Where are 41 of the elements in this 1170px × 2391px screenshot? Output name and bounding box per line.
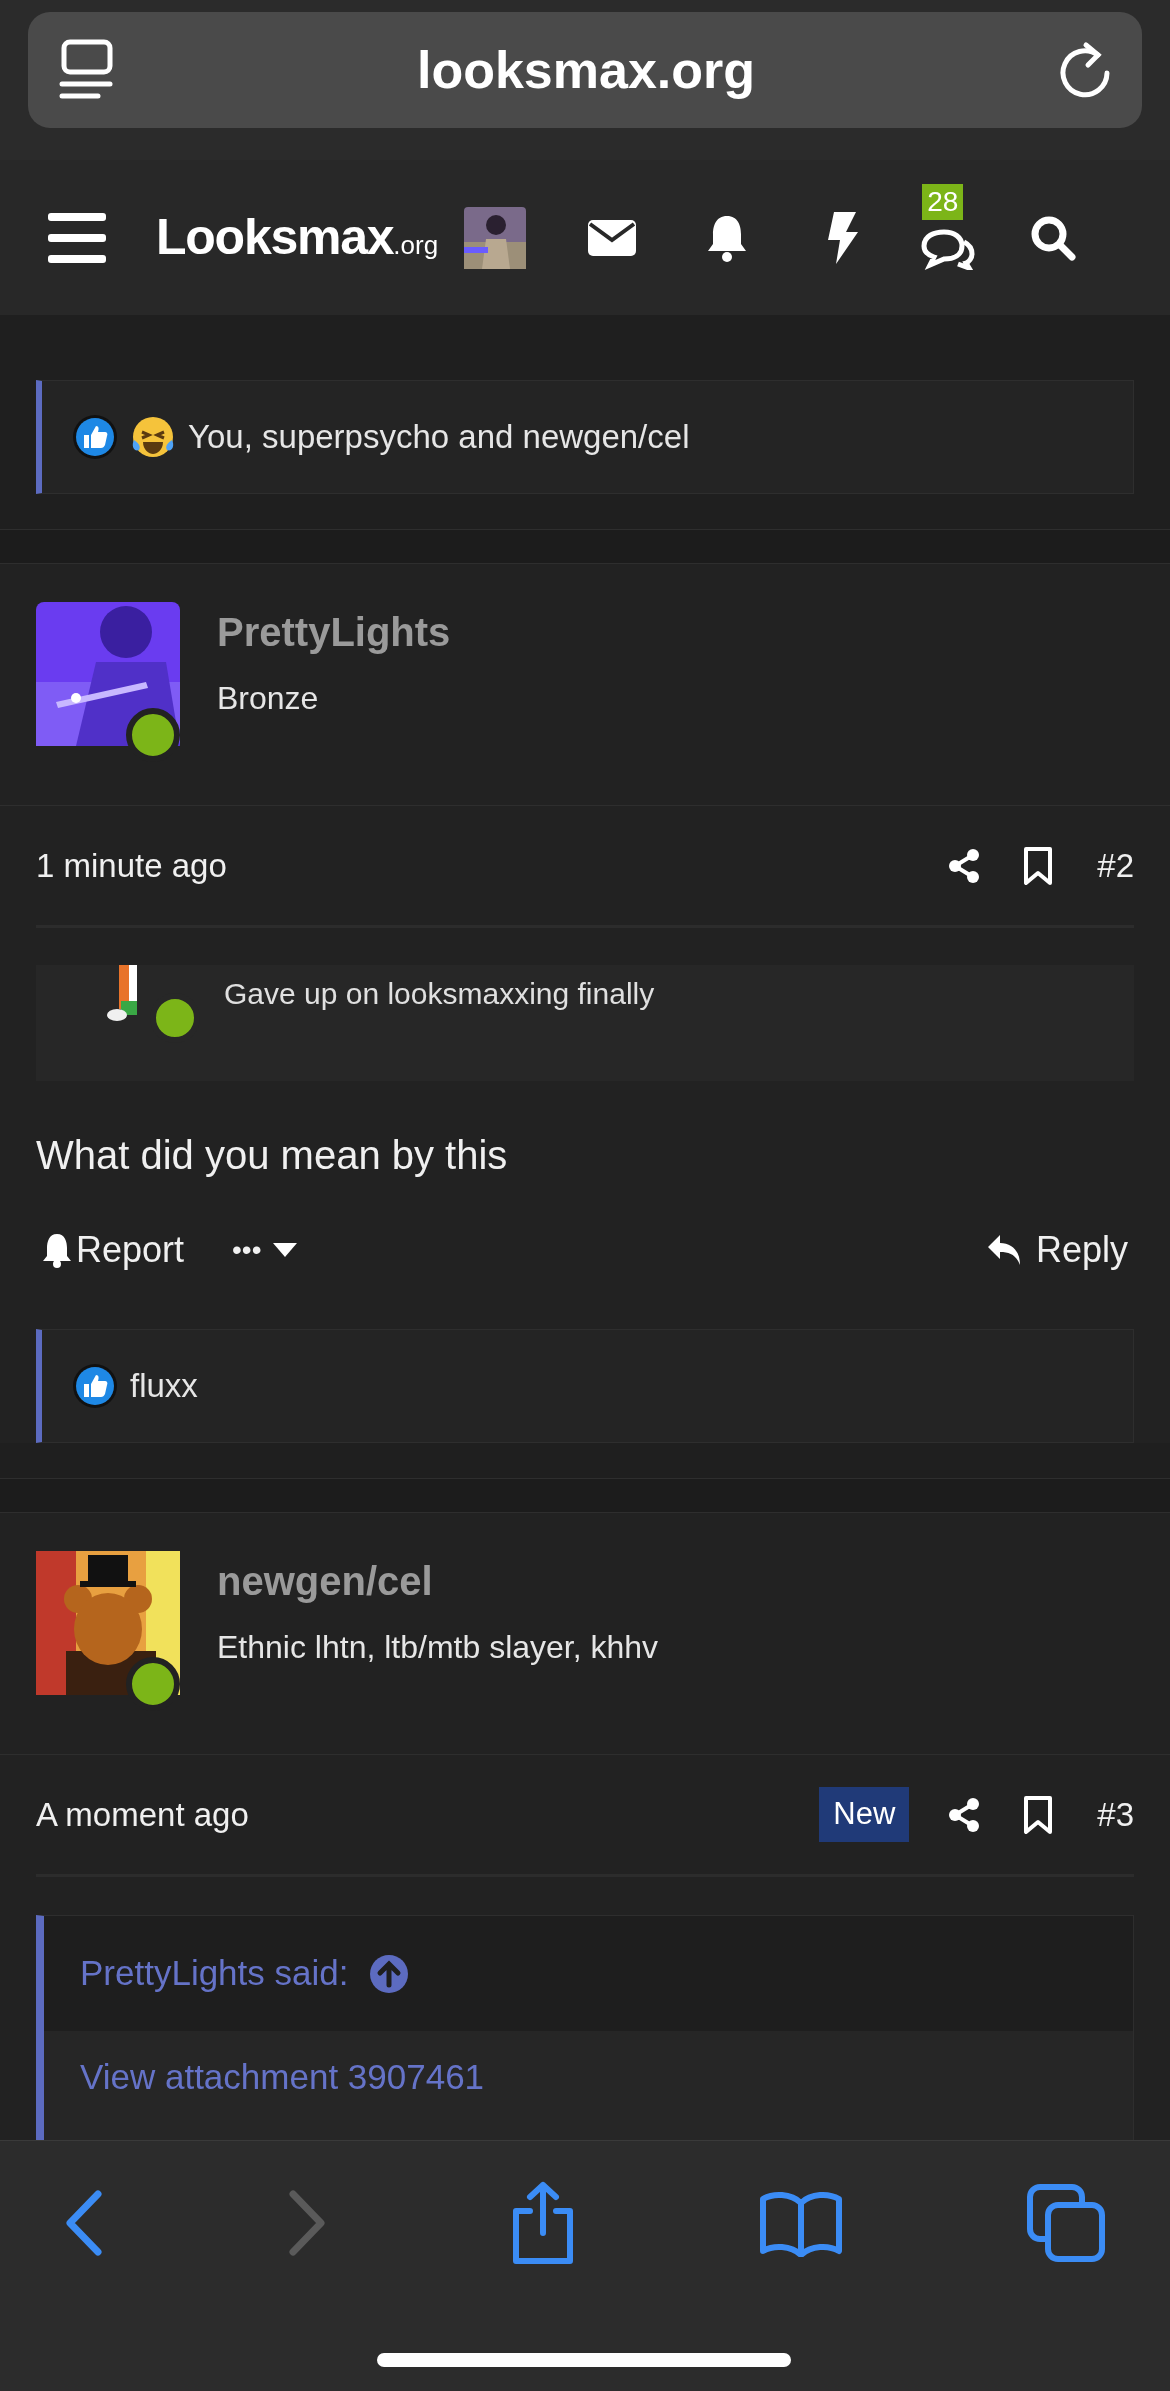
lightning-icon[interactable] (826, 211, 859, 264)
quote-author-link[interactable]: PrettyLights said: (80, 1947, 349, 2000)
bell-icon[interactable] (706, 213, 749, 262)
new-badge: New (819, 1787, 910, 1842)
laughing-crying-icon (130, 414, 176, 460)
mail-icon[interactable] (588, 219, 637, 256)
tabs-icon[interactable] (1026, 2183, 1106, 2263)
thumbs-up-icon (72, 414, 118, 460)
share-icon[interactable] (947, 1796, 982, 1833)
post-text: Gave up on looksmaxxing finally (224, 976, 655, 1012)
report-link[interactable]: Report (42, 1223, 185, 1277)
user-title: Ethnic lhtn, ltb/mtb slayer, khhv (217, 1628, 659, 1667)
reaction-names[interactable]: You, superpsycho and newgen/cel (188, 412, 690, 462)
thumbs-up-icon (72, 1363, 118, 1409)
more-menu-button[interactable]: ••• (232, 1229, 298, 1271)
address-bar[interactable]: looksmax.org (28, 12, 1142, 128)
username[interactable]: newgen/cel (217, 1555, 659, 1607)
reaction-names[interactable]: fluxx (130, 1361, 198, 1411)
bookmark-icon[interactable] (1023, 1794, 1054, 1835)
reload-icon[interactable] (1058, 41, 1112, 99)
bell-icon (42, 1232, 72, 1268)
menu-icon[interactable] (48, 212, 106, 263)
search-icon[interactable] (1030, 214, 1077, 261)
url-text: looksmax.org (416, 40, 756, 101)
username[interactable]: PrettyLights (217, 606, 451, 658)
share-icon[interactable] (947, 847, 982, 884)
post-time[interactable]: 1 minute ago (36, 840, 227, 891)
post-time[interactable]: A moment ago (36, 1789, 249, 1840)
user-title: Bronze (217, 679, 320, 718)
count-badge: 28 (922, 183, 964, 220)
chat-icon[interactable] (920, 227, 977, 270)
reader-icon[interactable] (58, 38, 114, 102)
post-number[interactable]: #3 (1097, 1789, 1134, 1840)
back-icon[interactable] (64, 2190, 104, 2256)
post-number[interactable]: #2 (1097, 840, 1134, 891)
site-logo[interactable]: Looksmax.org (156, 200, 439, 275)
bookmark-icon[interactable] (1023, 845, 1054, 886)
caret-icon (273, 1243, 298, 1257)
post-text: What did you mean by this (36, 1132, 509, 1179)
book-icon[interactable] (759, 2189, 843, 2257)
reply-link[interactable]: Reply (985, 1223, 1128, 1277)
